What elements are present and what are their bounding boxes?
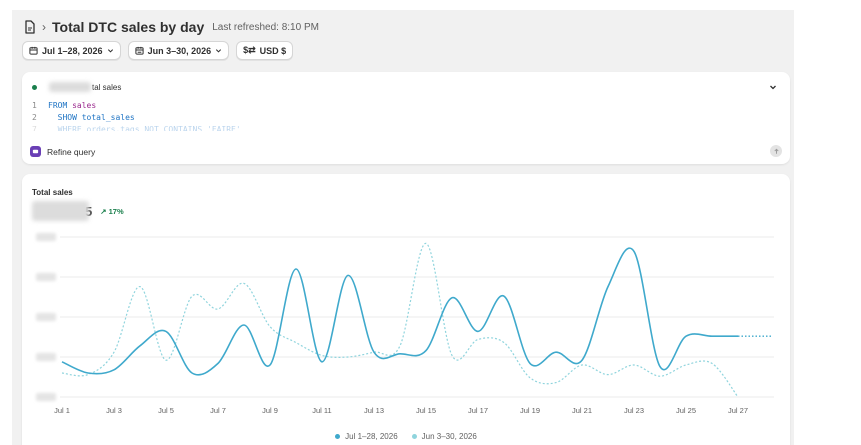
x-tick-label: Jul 25	[676, 406, 696, 415]
legend-item[interactable]: Jul 1–28, 2026	[335, 432, 398, 441]
page-title: Total DTC sales by day	[52, 19, 205, 35]
x-tick-label: Jul 15	[416, 406, 436, 415]
query-editor-card: tal sales 1 FROM sales 2 SHOW total_sale…	[22, 72, 790, 164]
code-keyword: FROM	[48, 101, 68, 110]
chevron-down-icon	[107, 49, 113, 53]
query-code-editor[interactable]: 1 FROM sales 2 SHOW total_sales 7 WHERE …	[32, 100, 241, 131]
calendar-icon	[29, 46, 38, 55]
calendar-compare-icon	[134, 46, 144, 55]
x-tick-label: Jul 19	[520, 406, 540, 415]
redacted-y-tick-label	[36, 353, 56, 361]
currency-exchange-icon: $⇄	[243, 45, 256, 55]
query-name: tal sales	[92, 82, 122, 92]
report-workspace: › Total DTC sales by day Last refreshed:…	[12, 10, 794, 445]
code-identifier: total_sales	[81, 113, 135, 122]
report-icon	[25, 20, 35, 34]
x-tick-label: Jul 13	[364, 406, 384, 415]
line-number: 1	[32, 101, 37, 110]
date-range-label: Jul 1–28, 2026	[42, 45, 103, 56]
query-header: tal sales	[32, 80, 780, 94]
comparison-range-label: Jun 3–30, 2026	[147, 45, 212, 56]
sidekick-icon	[30, 146, 41, 157]
legend-dot-icon	[411, 434, 417, 439]
x-tick-label: Jul 17	[468, 406, 488, 415]
refine-query-button[interactable]: Refine query	[30, 146, 95, 157]
comparison-range-picker[interactable]: Jun 3–30, 2026	[127, 41, 230, 60]
legend-dot-icon	[335, 434, 341, 439]
x-tick-label: Jul 27	[728, 406, 748, 415]
arrow-up-icon	[773, 148, 779, 154]
legend-item[interactable]: Jun 3–30, 2026	[411, 432, 477, 441]
redacted-y-tick-label	[36, 273, 56, 281]
legend-label: Jun 3–30, 2026	[421, 432, 477, 441]
collapse-button[interactable]	[765, 79, 780, 94]
x-tick-label: Jul 5	[158, 406, 174, 415]
series-line-comparison	[61, 242, 739, 398]
code-identifier: sales	[72, 101, 97, 110]
redacted-y-tick-label	[36, 393, 56, 401]
series-line-primary	[61, 247, 738, 376]
line-number: 7	[32, 125, 37, 131]
code-text: WHERE orders.tags NOT CONTAINS 'FAIRE'	[57, 125, 241, 131]
code-line: 1 FROM sales	[32, 100, 241, 112]
redacted-y-tick-label	[36, 233, 56, 241]
line-chart[interactable]: Jul 1 Jul 3 Jul 5 Jul 7 Jul 9 Jul 11 Jul 13 Jul…	[22, 174, 790, 445]
x-tick-label: Jul 3	[106, 406, 122, 415]
date-range-picker[interactable]: Jul 1–28, 2026	[22, 41, 121, 60]
filter-bar: Jul 1–28, 2026 Jun 3–30, 2026 $⇄ USD $	[22, 41, 294, 60]
x-tick-label: Jul 1	[54, 406, 70, 415]
status-dot-icon	[32, 84, 37, 90]
code-keyword: SHOW	[57, 113, 77, 122]
submit-button[interactable]	[770, 145, 782, 157]
x-tick-label: Jul 9	[262, 406, 278, 415]
line-number: 2	[32, 113, 37, 122]
chevron-down-icon	[769, 85, 776, 89]
x-tick-label: Jul 21	[572, 406, 592, 415]
refine-query-label: Refine query	[47, 146, 96, 157]
code-line: 7 WHERE orders.tags NOT CONTAINS 'FAIRE'	[32, 124, 241, 131]
breadcrumb-chevron-icon: ›	[42, 20, 46, 34]
currency-label: USD $	[259, 45, 287, 56]
chevron-down-icon	[216, 49, 222, 53]
chart-legend: Jul 1–28, 2026 Jun 3–30, 2026	[22, 432, 790, 441]
code-line: 2 SHOW total_sales	[32, 112, 241, 124]
last-refreshed: Last refreshed: 8:10 PM	[212, 21, 319, 33]
page-header: › Total DTC sales by day Last refreshed:…	[24, 16, 319, 38]
x-tick-label: Jul 23	[624, 406, 644, 415]
redacted-query-name	[49, 82, 91, 92]
redacted-y-tick-label	[36, 313, 56, 321]
x-tick-label: Jul 11	[312, 406, 331, 415]
x-tick-label: Jul 7	[210, 406, 226, 415]
chart-card: Total sales 5 ↗ 17% Jul 1Jul 3Jul 5Jul 7…	[22, 174, 790, 445]
currency-picker[interactable]: $⇄ USD $	[236, 41, 294, 60]
legend-label: Jul 1–28, 2026	[345, 432, 398, 441]
